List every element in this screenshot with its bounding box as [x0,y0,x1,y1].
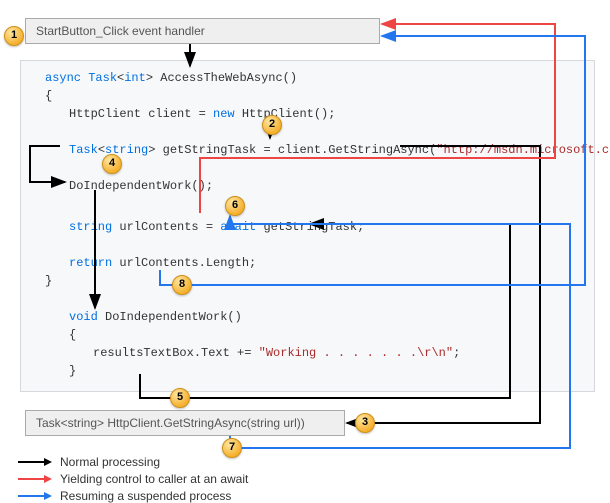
legend-row-resume: Resuming a suspended process [18,489,231,503]
code-line-3: HttpClient client = new HttpClient(); [69,105,335,123]
legend-row-yield: Yielding control to caller at an await [18,472,248,486]
code-line-9: void DoIndependentWork() [69,308,242,326]
step-marker-7: 7 [222,438,242,458]
code-line-12: } [69,362,76,380]
step-marker-2: 2 [262,115,282,135]
step-marker-3: 3 [355,413,375,433]
code-block: async Task<int> AccessTheWebAsync() { Ht… [20,60,595,392]
legend-label-resume: Resuming a suspended process [60,489,231,503]
legend-row-normal: Normal processing [18,455,160,469]
code-line-8: } [45,272,52,290]
step-marker-6: 6 [225,196,245,216]
legend-arrow-red-icon [18,474,52,484]
legend-label-yield: Yielding control to caller at an await [60,472,248,486]
code-line-11: resultsTextBox.Text += "Working . . . . … [93,344,460,362]
code-line-5: DoIndependentWork(); [69,177,213,195]
step-marker-8: 8 [172,275,192,295]
getstringasync-box-label: Task<string> HttpClient.GetStringAsync(s… [36,416,305,430]
code-line-2: { [45,87,52,105]
step-marker-4: 4 [102,154,122,174]
legend-arrow-black-icon [18,457,52,467]
code-line-7: return urlContents.Length; [69,254,256,272]
code-line-10: { [69,326,76,344]
handler-box: StartButton_Click event handler [25,18,380,44]
step-marker-5: 5 [170,388,190,408]
step-marker-1: 1 [4,26,24,46]
legend-label-normal: Normal processing [60,455,160,469]
getstringasync-box: Task<string> HttpClient.GetStringAsync(s… [25,410,345,436]
handler-box-label: StartButton_Click event handler [36,24,205,38]
code-line-4: Task<string> getStringTask = client.GetS… [69,141,610,159]
code-line-1: async Task<int> AccessTheWebAsync() [45,69,297,87]
code-line-6: string urlContents = await getStringTask… [69,218,364,236]
legend-arrow-blue-icon [18,491,52,501]
